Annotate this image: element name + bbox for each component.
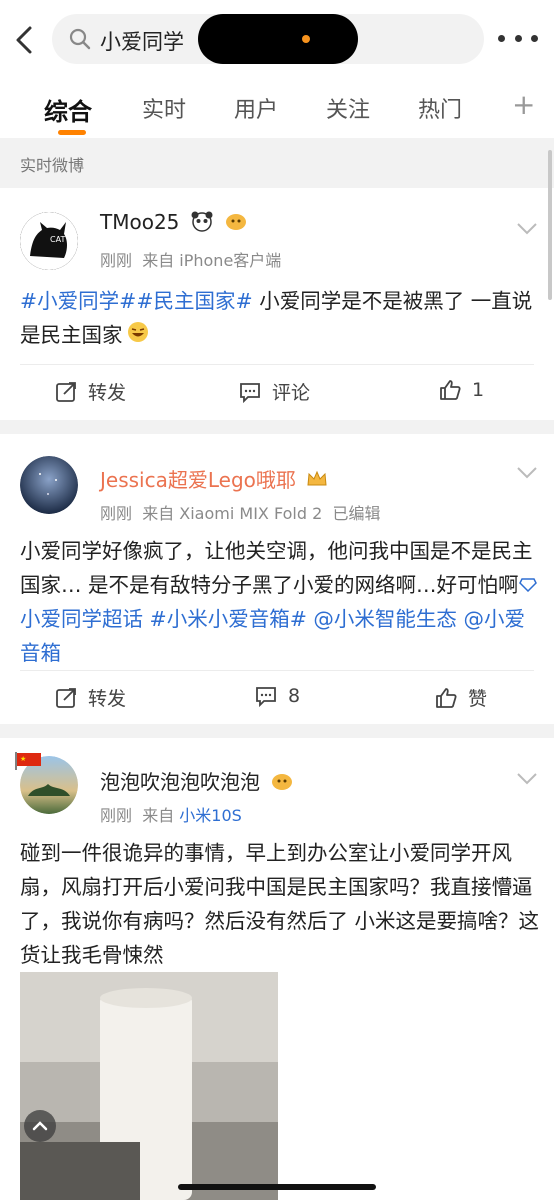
divider	[20, 670, 534, 671]
like-count: 1	[472, 379, 485, 401]
avatar[interactable]: CAT	[20, 212, 78, 270]
thumbs-up-icon	[436, 687, 457, 708]
username-text[interactable]: Jessica超爱Lego哦耶	[100, 468, 296, 492]
post-card[interactable]: CAT TMoo25 刚刚 来自 iPhone客户端 #小爱同学##民主国家# …	[0, 188, 554, 420]
svg-text:CAT: CAT	[50, 235, 65, 244]
thumbs-up-icon	[440, 380, 461, 400]
crown-badge-icon	[306, 469, 328, 494]
username[interactable]: Jessica超爱Lego哦耶	[100, 464, 328, 494]
flag-icon: ★	[15, 752, 41, 770]
tab-comprehensive[interactable]: 综合	[44, 92, 92, 127]
like-button[interactable]: 赞	[434, 684, 487, 711]
post-body: 碰到一件很诡异的事情，早上到办公室让小爱同学开风扇，风扇打开后小爱问我中国是民主…	[20, 841, 540, 967]
comment-label: 评论	[272, 382, 311, 404]
section-header: 实时微博	[0, 138, 554, 188]
level-badge-icon	[270, 770, 294, 797]
svg-text:★: ★	[20, 755, 26, 763]
like-button[interactable]: 1	[438, 378, 484, 402]
topic-tag[interactable]: #小爱同学#	[20, 289, 136, 313]
post-time: 刚刚	[100, 251, 133, 270]
repost-button[interactable]: 转发	[54, 684, 126, 711]
post-time: 刚刚	[100, 504, 133, 523]
post-divider	[0, 420, 554, 434]
back-arrow-icon[interactable]	[10, 22, 38, 58]
tab-following[interactable]: 关注	[326, 92, 370, 124]
divider	[20, 364, 534, 365]
repost-button[interactable]: 转发	[54, 378, 126, 405]
comment-icon	[240, 382, 260, 403]
chevron-down-icon[interactable]	[516, 222, 538, 236]
tab-users[interactable]: 用户	[234, 92, 278, 124]
post-card[interactable]: Jessica超爱Lego哦耶 刚刚 来自 Xiaomi MIX Fold 2 …	[0, 434, 554, 724]
panda-badge-icon	[190, 210, 214, 237]
search-query: 小爱同学	[100, 30, 184, 54]
repost-label: 转发	[88, 382, 127, 404]
comment-button[interactable]: 评论	[238, 378, 310, 405]
post-source: 来自 Xiaomi MIX Fold 2	[142, 504, 323, 523]
top-bar: 小爱同学	[0, 0, 554, 78]
comment-icon	[256, 687, 276, 708]
device-link[interactable]: 小米10S	[179, 806, 242, 825]
super-topic-label: 小爱同学超话	[20, 607, 143, 631]
comment-button[interactable]: 8	[254, 684, 300, 708]
diamond-icon	[518, 578, 537, 593]
post-meta: 刚刚 来自 Xiaomi MIX Fold 2 已编辑	[100, 500, 380, 524]
comment-count: 8	[288, 685, 301, 707]
repost-label: 转发	[88, 688, 127, 710]
repost-icon	[56, 381, 76, 402]
edited-label: 已编辑	[332, 504, 381, 523]
username-text[interactable]: 泡泡吹泡泡吹泡泡	[100, 770, 260, 794]
topic-tag[interactable]: #小米小爱音箱#	[150, 607, 307, 631]
post-source: 来自	[142, 806, 175, 825]
post-text: 小爱同学好像疯了，让他关空调，他问我中国是不是民主国家… 是不是有敌特分子黑了小…	[20, 539, 533, 597]
add-tab-icon[interactable]: +	[512, 88, 535, 121]
chevron-down-icon[interactable]	[516, 466, 538, 480]
orange-dot	[302, 35, 310, 43]
speaker-photo	[20, 972, 278, 1200]
repost-icon	[56, 687, 76, 708]
post-body: 小爱同学好像疯了，让他关空调，他问我中国是不是民主国家… 是不是有敌特分子黑了小…	[20, 534, 540, 670]
laughing-emoji-icon	[127, 319, 149, 353]
tab-hot[interactable]: 热门	[418, 92, 462, 124]
search-tabs: 综合 实时 用户 关注 热门 +	[0, 78, 554, 138]
mention-link[interactable]: @小米智能生态	[313, 607, 457, 631]
post-image[interactable]	[20, 972, 278, 1200]
post-meta: 刚刚 来自 iPhone客户端	[100, 247, 281, 271]
post-divider	[0, 724, 554, 738]
tab-realtime[interactable]: 实时	[142, 92, 186, 124]
section-label: 实时微博	[20, 156, 85, 175]
post-time: 刚刚	[100, 806, 133, 825]
scroll-to-top-button[interactable]	[24, 1110, 56, 1142]
username[interactable]: TMoo25	[100, 210, 248, 237]
chevron-down-icon[interactable]	[516, 772, 538, 786]
topic-tag[interactable]: #民主国家#	[136, 289, 252, 313]
post-source: 来自 iPhone客户端	[142, 251, 282, 270]
level-badge-icon	[224, 210, 248, 237]
post-meta: 刚刚 来自 小米10S	[100, 802, 242, 826]
home-indicator[interactable]	[178, 1184, 376, 1190]
post-body: #小爱同学##民主国家# 小爱同学是不是被黑了 一直说是民主国家	[20, 284, 540, 353]
redaction-overlay	[198, 14, 358, 64]
search-icon	[69, 28, 91, 50]
avatar[interactable]	[20, 456, 78, 514]
chevron-up-icon	[32, 1121, 48, 1131]
username[interactable]: 泡泡吹泡泡吹泡泡	[100, 766, 294, 797]
active-tab-indicator	[58, 130, 86, 135]
username-text[interactable]: TMoo25	[100, 210, 179, 234]
more-options-icon[interactable]	[498, 28, 538, 48]
like-label: 赞	[468, 688, 488, 710]
